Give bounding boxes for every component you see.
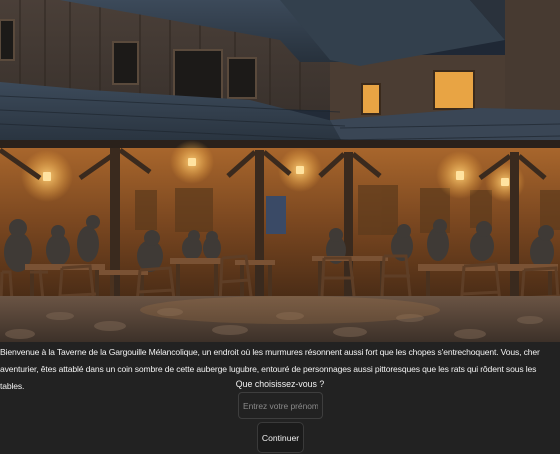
first-name-input[interactable] xyxy=(238,392,323,419)
continue-button[interactable]: Continuer xyxy=(257,422,304,453)
tavern-scene-image xyxy=(0,0,560,342)
game-page: Bienvenue à la Taverne de la Gargouille … xyxy=(0,0,560,454)
choice-prompt: Que choisissez-vous ? xyxy=(235,379,325,389)
